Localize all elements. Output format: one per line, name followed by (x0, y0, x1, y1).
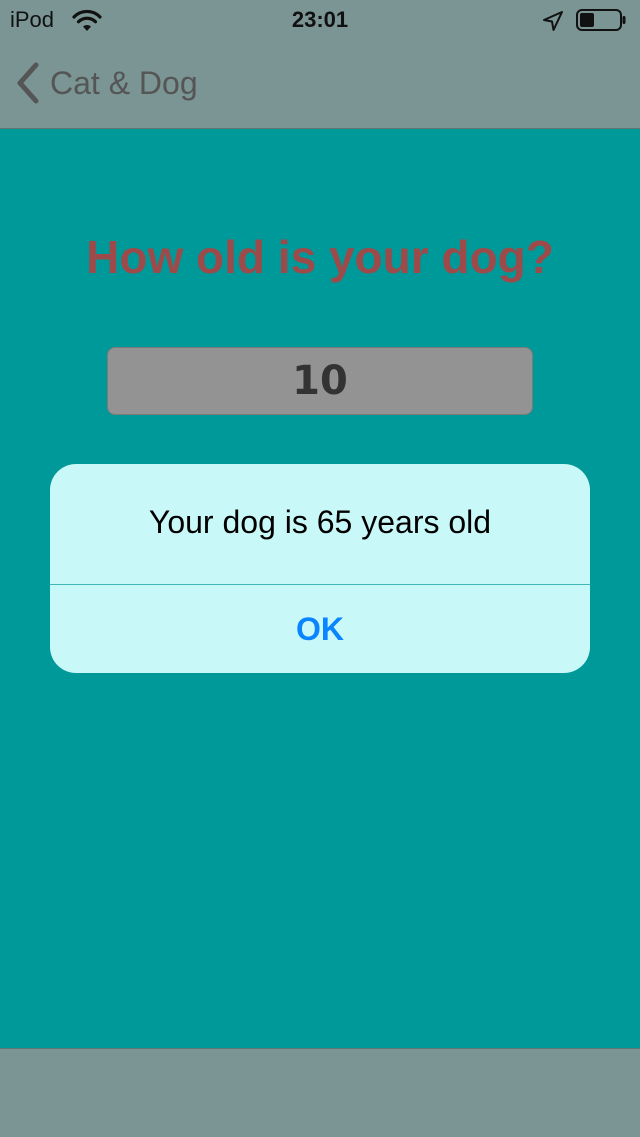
location-arrow-icon (543, 11, 563, 31)
dog-age-input[interactable] (107, 347, 533, 415)
alert-dialog: Your dog is 65 years old OK (50, 464, 590, 673)
alert-message: Your dog is 65 years old (148, 504, 492, 540)
battery-icon (576, 9, 626, 31)
chevron-left-icon (17, 62, 39, 104)
bottom-toolbar (0, 1048, 640, 1137)
page-title: How old is your dog? (86, 231, 554, 283)
ok-button[interactable]: OK (50, 585, 590, 673)
back-button-label: Cat & Dog (50, 64, 198, 101)
back-button[interactable]: Cat & Dog (14, 60, 198, 106)
navigation-bar: Cat & Dog (0, 40, 640, 128)
status-bar: iPod 23:01 (0, 0, 640, 40)
top-bar: iPod 23:01 Cat & Dog (0, 0, 640, 129)
